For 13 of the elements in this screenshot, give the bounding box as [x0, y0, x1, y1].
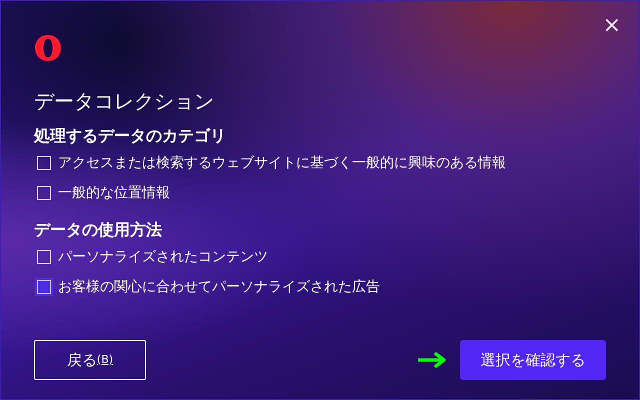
dialog-title: データコレクション: [34, 88, 215, 114]
option-label: パーソナライズされたコンテンツ: [58, 248, 268, 266]
checkbox[interactable]: [37, 280, 51, 294]
option-label: お客様の関心に合わせてパーソナライズされた広告: [58, 278, 380, 296]
back-button[interactable]: 戻る(B): [34, 340, 146, 380]
option-label: 一般的な位置情報: [58, 184, 170, 202]
arrow-icon: [418, 352, 448, 368]
section-heading: 処理するデータのカテゴリ: [34, 125, 227, 147]
logo-icon: [34, 34, 62, 62]
section-heading: データの使用方法: [34, 219, 163, 241]
confirm-button[interactable]: 選択を確認する: [460, 340, 606, 380]
close-button[interactable]: ×: [602, 15, 621, 37]
option-label: アクセスまたは検索するウェブサイトに基づく一般的に興味のある情報: [58, 154, 506, 172]
